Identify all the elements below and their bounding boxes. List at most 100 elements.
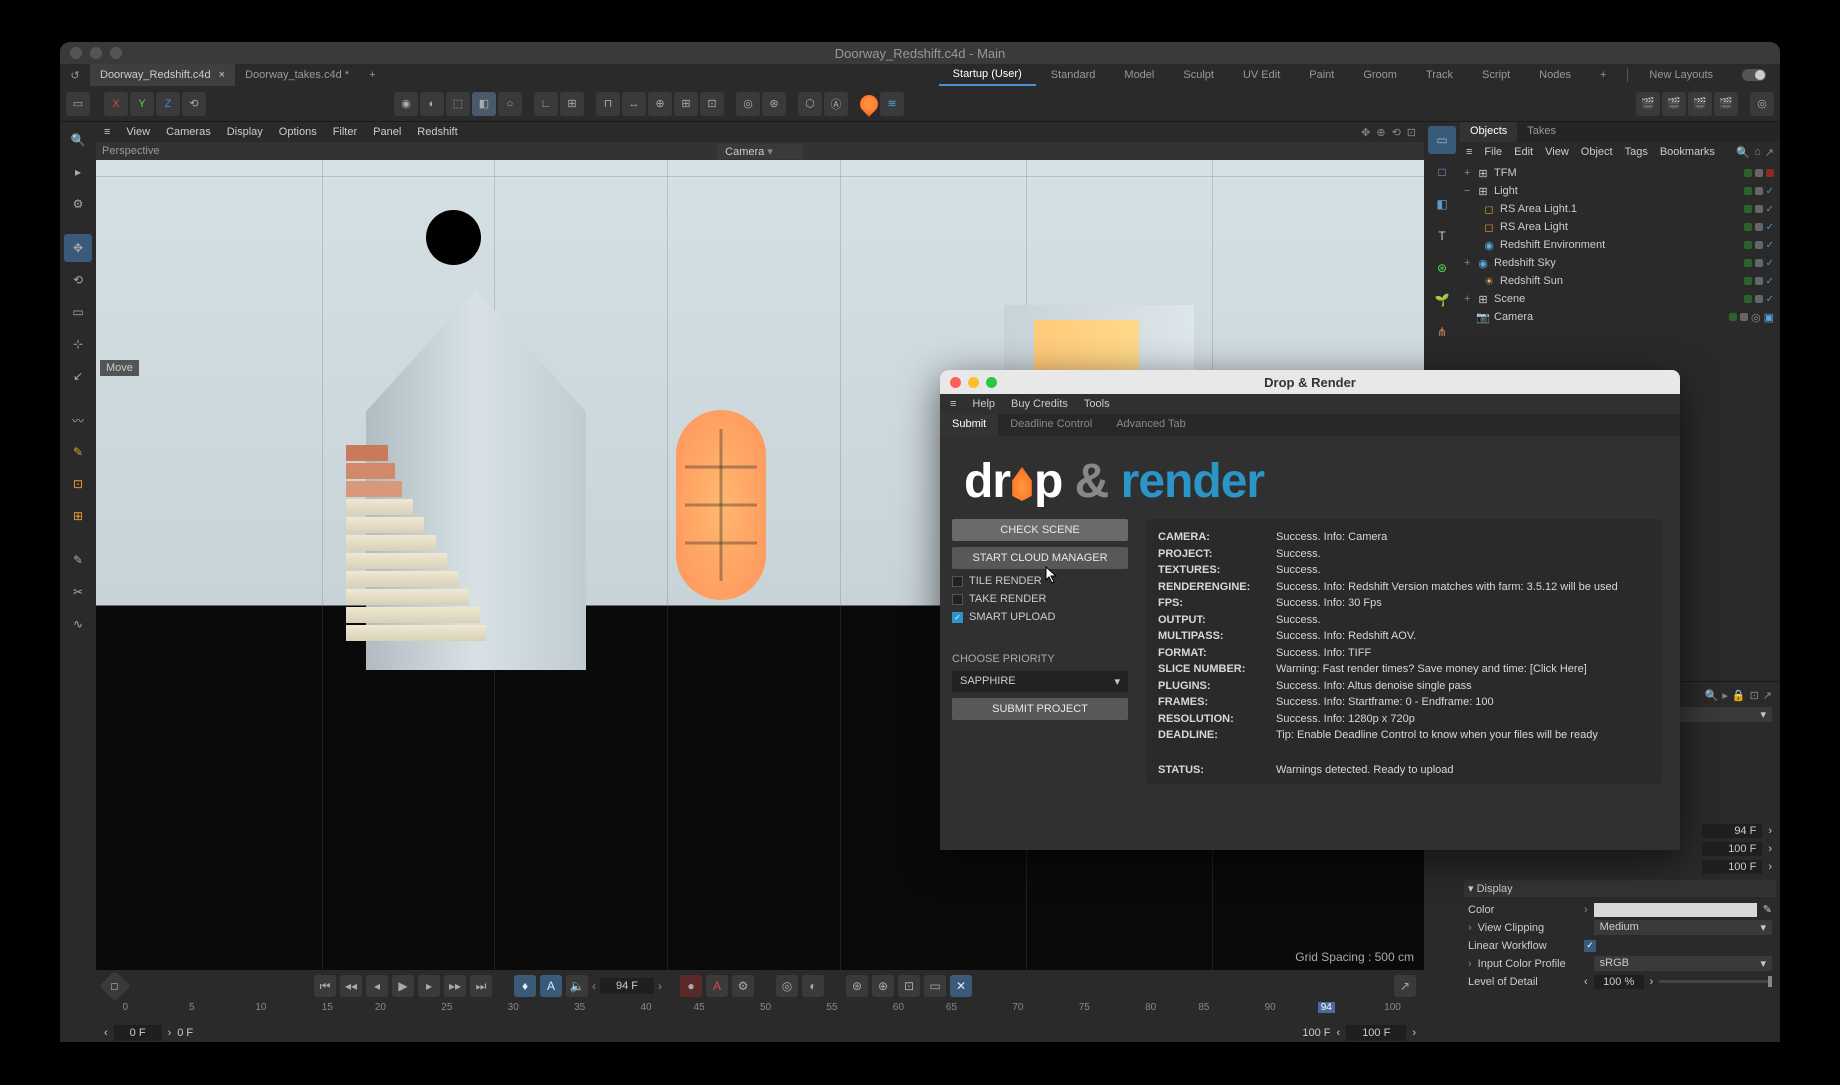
attr-copy-icon[interactable]: ⊡ <box>1750 689 1759 702</box>
vp-icon-3[interactable]: ⟲ <box>1392 126 1401 139</box>
linear-workflow-checkbox[interactable]: ✓ <box>1584 940 1596 952</box>
view-menu-options[interactable]: Options <box>279 126 317 138</box>
layout-tab-script[interactable]: Script <box>1468 64 1524 86</box>
input-color-profile-combo[interactable]: sRGB▾ <box>1594 956 1772 971</box>
vp-icon-1[interactable]: ✥ <box>1361 126 1370 139</box>
knife-icon[interactable]: ✂ <box>64 578 92 606</box>
render-settings-icon[interactable]: ⬚ <box>446 92 470 116</box>
object-tree[interactable]: +⊞TFM −⊞Light✓ ◻RS Area Light.1✓ ◻RS Are… <box>1460 162 1780 328</box>
range-r-icon[interactable]: › <box>168 1027 172 1039</box>
obj-home-icon[interactable]: ⌂ <box>1754 146 1761 159</box>
render-icon[interactable]: ◉ <box>394 92 418 116</box>
smart-upload-row[interactable]: ✓ SMART UPLOAD <box>952 611 1128 623</box>
snap-1-icon[interactable]: ⊓ <box>596 92 620 116</box>
lod-field[interactable]: 100 % <box>1594 975 1644 989</box>
check-scene-button[interactable]: CHECK SCENE <box>952 519 1128 541</box>
timeline-ruler[interactable]: 0 5 10 15 20 25 30 35 40 45 50 55 60 65 … <box>96 1002 1424 1024</box>
clapper-3-icon[interactable]: 🎬 <box>1688 92 1712 116</box>
snap-2-icon[interactable]: ↔ <box>622 92 646 116</box>
tl-extra-1[interactable]: ◎ <box>776 975 798 997</box>
sound-icon[interactable]: 🔈 <box>566 975 588 997</box>
move-tool[interactable]: ✥ <box>64 234 92 262</box>
attr-frame-a[interactable]: 94 F <box>1702 824 1762 838</box>
obj-expand-icon[interactable]: ↗ <box>1765 146 1774 159</box>
tile-render-row[interactable]: TILE RENDER <box>952 575 1128 587</box>
view-menu-redshift[interactable]: Redshift <box>417 126 457 138</box>
sphere-icon[interactable]: ○ <box>498 92 522 116</box>
attr-lock-icon[interactable]: 🔒 <box>1732 689 1746 702</box>
lod-slider[interactable] <box>1659 980 1772 983</box>
render-region-icon[interactable]: ◐ <box>420 92 444 116</box>
layout-tab-standard[interactable]: Standard <box>1037 64 1110 86</box>
place-tool[interactable]: ↙ <box>64 362 92 390</box>
rt-plant-icon[interactable]: 🌱 <box>1428 286 1456 314</box>
layers-icon[interactable]: ≋ <box>880 92 904 116</box>
angle-icon[interactable]: ∟ <box>534 92 558 116</box>
view-menu-view[interactable]: View <box>126 126 150 138</box>
key-icon[interactable]: ◇ <box>99 970 130 1001</box>
range-start-field[interactable]: 0 F <box>114 1025 162 1041</box>
take-render-checkbox[interactable] <box>952 594 963 605</box>
cloud-manager-button[interactable]: START CLOUD MANAGER <box>952 547 1128 569</box>
view-menu-display[interactable]: Display <box>227 126 263 138</box>
obj-menu-bookmarks[interactable]: Bookmarks <box>1660 146 1715 158</box>
view-menu-panel[interactable]: Panel <box>373 126 401 138</box>
clapper-4-icon[interactable]: 🎬 <box>1714 92 1738 116</box>
hex-icon[interactable]: ⬡ <box>798 92 822 116</box>
dr-window-controls[interactable] <box>940 377 997 388</box>
cursor-icon[interactable]: ▸ <box>64 158 92 186</box>
clapper-1-icon[interactable]: 🎬 <box>1636 92 1660 116</box>
panel-menu-icon[interactable]: ≡ <box>1466 146 1472 158</box>
tab-objects[interactable]: Objects <box>1460 122 1517 142</box>
close-icon[interactable]: × <box>219 69 225 81</box>
next-key-button[interactable]: ▸▸ <box>444 975 466 997</box>
prev-key-button[interactable]: ◂◂ <box>340 975 362 997</box>
prev-frame-button[interactable]: ◂ <box>366 975 388 997</box>
display-section-header[interactable]: ▾ Display <box>1464 880 1776 897</box>
attr-search-icon[interactable]: 🔍 <box>1705 689 1719 702</box>
layout-tab-uvedit[interactable]: UV Edit <box>1229 64 1294 86</box>
tl-extra-4[interactable]: ⊕ <box>872 975 894 997</box>
obj-menu-tags[interactable]: Tags <box>1625 146 1648 158</box>
axis-y-button[interactable]: Y <box>130 92 154 116</box>
grid-icon[interactable]: ⊞ <box>560 92 584 116</box>
gear-tl-icon[interactable]: ⚙ <box>732 975 754 997</box>
record-button[interactable]: ● <box>680 975 702 997</box>
spinner-left-icon[interactable]: ‹ <box>592 979 596 993</box>
range-l2-icon[interactable]: ‹ <box>1337 1027 1341 1039</box>
range-end-field[interactable]: 100 F <box>1346 1025 1406 1041</box>
layout-tab-track[interactable]: Track <box>1412 64 1467 86</box>
doc-tab-inactive[interactable]: Doorway_takes.c4d * <box>235 64 359 86</box>
smart-upload-checkbox[interactable]: ✓ <box>952 612 963 623</box>
settings-icon[interactable]: ⊛ <box>762 92 786 116</box>
view-clipping-combo[interactable]: Medium▾ <box>1594 920 1772 935</box>
rt-square-icon[interactable]: □ <box>1428 158 1456 186</box>
axis-z-button[interactable]: Z <box>156 92 180 116</box>
menu-icon[interactable]: ≡ <box>104 126 110 138</box>
a-icon[interactable]: Ⓐ <box>824 92 848 116</box>
play-button[interactable]: ▶ <box>392 975 414 997</box>
brush-1-icon[interactable]: 〰 <box>64 406 92 434</box>
submit-project-button[interactable]: SUBMIT PROJECT <box>952 698 1128 720</box>
tl-extra-7[interactable]: ✕ <box>950 975 972 997</box>
scale-tool[interactable]: ▭ <box>64 298 92 326</box>
priority-combo[interactable]: SAPPHIRE▾ <box>952 671 1128 692</box>
path-icon[interactable]: ∿ <box>64 610 92 638</box>
obj-menu-view[interactable]: View <box>1545 146 1569 158</box>
history-icon[interactable]: ▭ <box>66 92 90 116</box>
tl-extra-2[interactable]: ◐ <box>802 975 824 997</box>
obj-menu-edit[interactable]: Edit <box>1514 146 1533 158</box>
transform-tool[interactable]: ⊹ <box>64 330 92 358</box>
layout-tab-paint[interactable]: Paint <box>1295 64 1348 86</box>
layout-tab-groom[interactable]: Groom <box>1349 64 1411 86</box>
autokey-a-button[interactable]: A <box>706 975 728 997</box>
obj-search-icon[interactable]: 🔍 <box>1736 146 1750 159</box>
current-frame-field[interactable]: 94 F <box>600 978 654 994</box>
goto-end-button[interactable]: ⏭ <box>470 975 492 997</box>
add-layout-button[interactable]: + <box>1586 64 1620 86</box>
range-r2-icon[interactable]: › <box>1412 1027 1416 1039</box>
color-swatch[interactable] <box>1594 903 1757 917</box>
search-icon[interactable]: 🔍 <box>64 126 92 154</box>
add-tab-button[interactable]: + <box>359 64 385 86</box>
attr-frame-c[interactable]: 100 F <box>1702 860 1762 874</box>
